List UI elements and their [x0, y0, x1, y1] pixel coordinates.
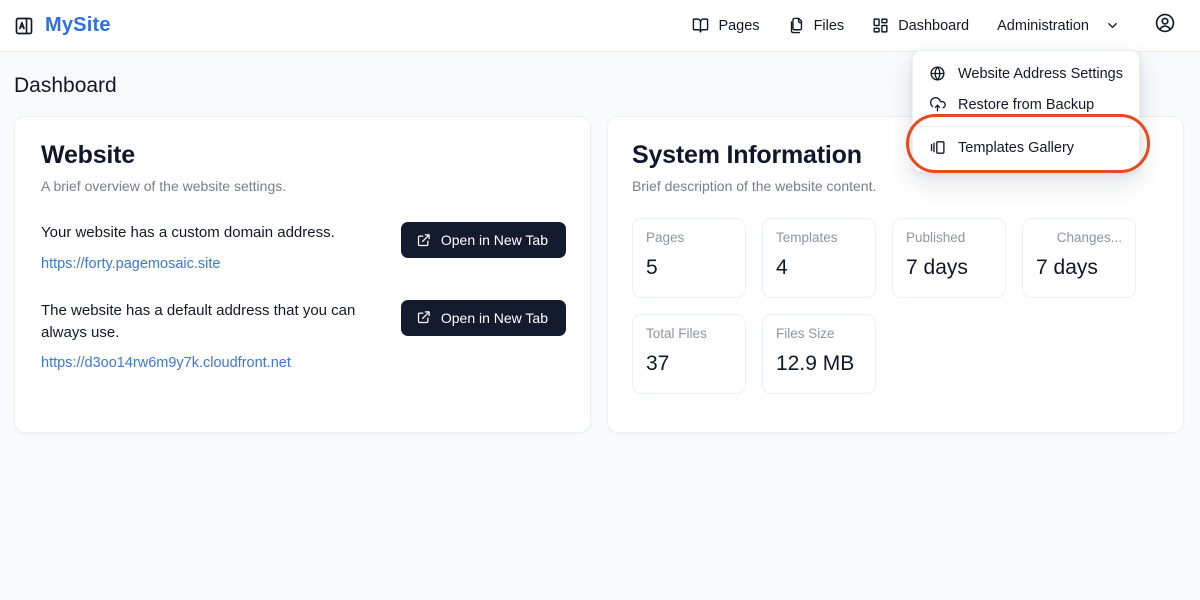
stat-value: 4: [776, 255, 788, 279]
open-custom-domain-label: Open in New Tab: [440, 232, 548, 248]
website-row-text: The website has a default address that y…: [41, 300, 371, 373]
stat-value: 5: [646, 255, 658, 279]
menu-label-restore-from-backup: Restore from Backup: [958, 96, 1095, 113]
stat-value: 7 days: [1036, 255, 1098, 279]
system-stat-tiles: Pages 5 Templates 4 Published 7 days Cha…: [632, 218, 1159, 394]
open-default-address-label: Open in New Tab: [440, 309, 548, 326]
brand-name: MySite: [45, 14, 111, 36]
stat-label: Total Files: [646, 327, 707, 341]
nav-item-files[interactable]: Files: [774, 10, 859, 41]
open-default-address-button[interactable]: Open in New Tab: [400, 299, 566, 336]
book-open-icon: [692, 17, 709, 34]
top-navigation-bar: MySite Pages Files Dashboard Administrat…: [0, 0, 1200, 52]
grid-dashboard-icon: [872, 17, 889, 34]
website-card-subtitle: A brief overview of the website settings…: [41, 178, 287, 194]
nav-label-pages: Pages: [718, 17, 760, 34]
administration-dropdown-menu: Website Address Settings Restore from Ba…: [912, 50, 1140, 172]
system-card-subtitle: Brief description of the website content…: [632, 178, 877, 194]
stat-tile-templates[interactable]: Templates 4: [762, 218, 876, 298]
stat-label: Templates: [776, 231, 838, 245]
stat-value: 37: [646, 351, 670, 375]
stat-tile-changes[interactable]: Changes... 7 days: [1022, 218, 1136, 298]
website-row-text: Your website has a custom domain address…: [41, 222, 371, 273]
menu-label-website-address-settings: Website Address Settings: [958, 65, 1123, 82]
menu-item-website-address-settings[interactable]: Website Address Settings: [913, 58, 1139, 89]
custom-domain-link[interactable]: https://forty.pagemosaic.site: [41, 256, 220, 272]
open-custom-domain-button[interactable]: Open in New Tab: [400, 222, 566, 258]
nav-label-dashboard: Dashboard: [898, 17, 970, 34]
chevron-down-icon: [1105, 18, 1120, 33]
menu-item-templates-gallery[interactable]: Templates Gallery: [913, 132, 1139, 163]
stat-tile-pages[interactable]: Pages 5: [632, 218, 746, 298]
default-address-link[interactable]: https://d3oo14rw6m9y7k.cloudfront.net: [41, 355, 291, 371]
nav-item-pages[interactable]: Pages: [678, 10, 773, 41]
templates-panel-icon: [929, 139, 946, 156]
globe-icon: [929, 65, 946, 82]
brand-logo[interactable]: MySite: [14, 14, 111, 37]
stat-value: 12.9 MB: [776, 351, 855, 375]
menu-divider: [913, 126, 1139, 127]
nav-item-administration[interactable]: Administration: [983, 11, 1134, 41]
external-link-icon: [416, 310, 431, 325]
panel-layout-icon: [14, 16, 34, 36]
menu-item-restore-from-backup[interactable]: Restore from Backup: [913, 89, 1139, 120]
website-card: Website A brief overview of the website …: [14, 116, 591, 433]
nav-label-administration: Administration: [997, 17, 1089, 34]
website-card-title: Website: [41, 141, 135, 169]
stat-tile-files-size[interactable]: Files Size 12.9 MB: [762, 314, 876, 394]
stat-value: 7 days: [906, 255, 968, 279]
user-circle-icon: [1154, 12, 1176, 39]
custom-domain-description: Your website has a custom domain address…: [41, 224, 335, 241]
user-account-button[interactable]: [1150, 11, 1180, 41]
nav-links: Pages Files Dashboard Administration: [678, 10, 1186, 41]
website-row-default-address: The website has a default address that y…: [41, 299, 566, 373]
stat-label: Changes...: [1056, 231, 1122, 245]
menu-label-templates-gallery: Templates Gallery: [958, 139, 1075, 156]
stat-tile-total-files[interactable]: Total Files 37: [632, 314, 746, 394]
stat-label: Files Size: [776, 327, 835, 341]
default-address-description: The website has a default address that y…: [41, 301, 356, 341]
stat-label: Pages: [646, 231, 685, 245]
stat-label: Published: [906, 231, 966, 245]
website-row-custom-domain: Your website has a custom domain address…: [41, 222, 566, 273]
stat-tile-published[interactable]: Published 7 days: [892, 218, 1006, 298]
cloud-upload-icon: [929, 96, 946, 113]
nav-label-files: Files: [813, 17, 845, 34]
files-copy-icon: [788, 17, 805, 34]
nav-item-dashboard[interactable]: Dashboard: [858, 10, 983, 41]
external-link-icon: [416, 233, 431, 248]
